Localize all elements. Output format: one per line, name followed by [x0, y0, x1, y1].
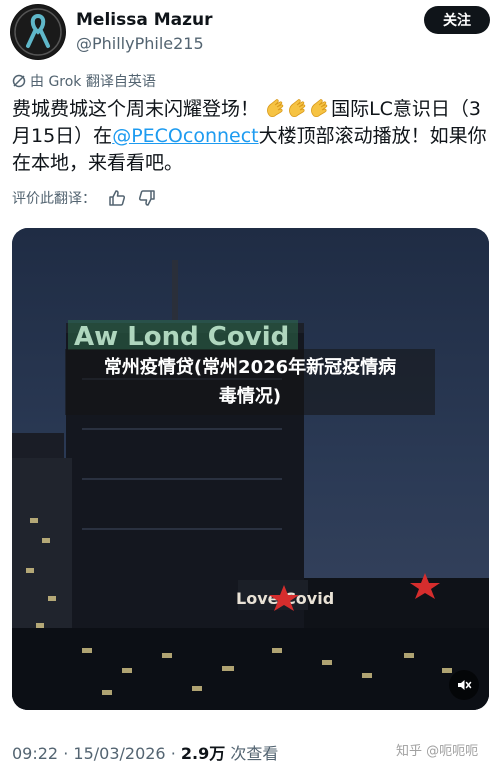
clapping-hands-icon — [267, 99, 284, 118]
clapping-hands-icon — [289, 99, 306, 118]
avatar[interactable] — [10, 4, 66, 60]
views-label: 次查看 — [230, 744, 279, 763]
translation-note[interactable]: 由 Grok 翻译自英语 — [12, 71, 156, 91]
rate-translation-label: 评价此翻译： — [12, 191, 96, 207]
mute-button[interactable] — [449, 670, 479, 700]
speaker-muted-icon — [458, 680, 472, 690]
video-caption-overlay: 常州疫情贷(常州2026年新冠疫情病 毒情况) — [65, 349, 435, 415]
overlay-line1: 常州疫情贷(常州2026年新冠疫情病 — [103, 357, 397, 378]
clapping-hands-icon — [311, 99, 328, 118]
tweet-text: 费城费城这个周末闪耀登场！ 国际LC意识日（3月15日）在@PECOconnec… — [12, 96, 488, 177]
thumbs-down-icon[interactable] — [138, 189, 156, 207]
tweet-meta: 09:22 · 15/03/2026 · 2.9万 次查看 — [12, 740, 278, 764]
author-handle[interactable]: @PhillyPhile215 — [76, 34, 204, 53]
awareness-ribbon-icon — [11, 5, 65, 59]
follow-button[interactable]: 关注 — [424, 6, 490, 34]
separator-dot: · — [170, 744, 176, 763]
watermark: 知乎 @呃呃呃 — [396, 744, 479, 759]
tweet-text-part1: 费城费城这个周末闪耀登场！ — [12, 98, 260, 120]
svg-text:Aw Lond Covid: Aw Lond Covid — [74, 322, 289, 352]
tweet-header: Melissa Mazur @PhillyPhile215 关注 — [10, 4, 490, 60]
views-count: 2.9万 — [180, 744, 226, 763]
mention-link[interactable]: @PECOconnect — [112, 125, 258, 147]
separator-dot: · — [63, 744, 69, 763]
tweet-video[interactable]: Aw Lond Covid Love Covid 常州疫情贷(常州2026年新冠… — [12, 228, 489, 710]
city-night-video-frame: Aw Lond Covid Love Covid — [12, 228, 489, 710]
translation-note-label: 由 Grok 翻译自英语 — [30, 74, 156, 90]
overlay-line2: 毒情况) — [218, 386, 282, 407]
author-name[interactable]: Melissa Mazur — [76, 10, 213, 30]
rate-translation: 评价此翻译： — [12, 188, 156, 208]
thumbs-up-icon[interactable] — [108, 189, 126, 207]
translate-icon — [12, 74, 26, 88]
tweet-time[interactable]: 09:22 — [12, 744, 58, 763]
tweet-date[interactable]: 15/03/2026 — [73, 744, 165, 763]
